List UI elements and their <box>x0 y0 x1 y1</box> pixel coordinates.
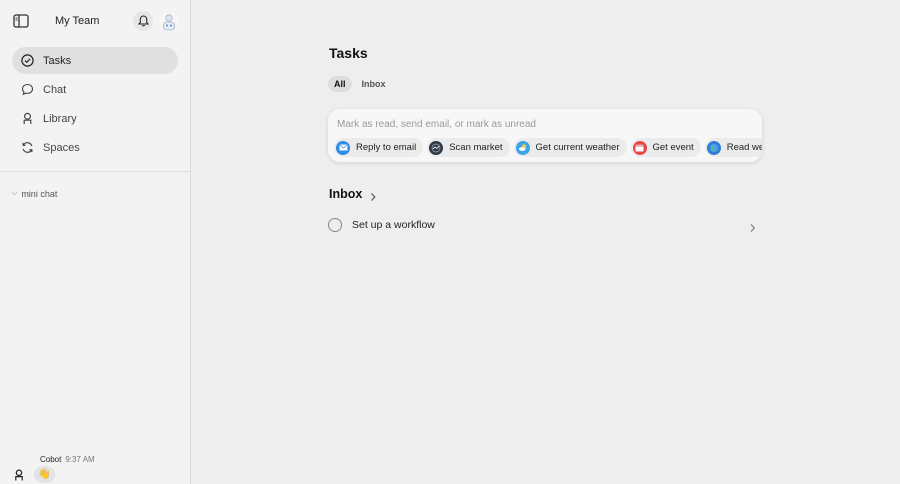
person-icon <box>21 112 34 125</box>
main-panel: Tasks All Inbox Reply to email Scan mark <box>191 0 900 484</box>
avatar[interactable] <box>159 11 179 33</box>
check-circle-icon <box>21 54 34 67</box>
user-icon[interactable] <box>13 468 25 481</box>
chevron-right-icon <box>369 189 377 201</box>
globe-icon <box>706 140 721 155</box>
refresh-icon <box>21 141 34 154</box>
mini-chat-label: mini chat <box>21 189 58 199</box>
composer-input[interactable] <box>337 117 747 132</box>
message-sender: Cobot <box>40 455 62 464</box>
chip-label: Scan market <box>449 142 503 153</box>
inbox-heading: Inbox <box>329 187 363 201</box>
globe-dark-icon <box>429 140 444 155</box>
chip-scan-market[interactable]: Scan market <box>427 138 510 157</box>
message-meta: Cobot 9:37 AM <box>40 455 95 464</box>
task-row[interactable]: Set up a workflow <box>328 215 762 235</box>
mail-icon <box>336 140 350 155</box>
chip-reply-to-email[interactable]: Reply to email <box>334 138 424 157</box>
chip-label: Get event <box>652 142 694 153</box>
sidebar: My Team Tasks Chat Library Spaces ⌵ mini… <box>0 0 191 484</box>
mini-chat-toggle[interactable]: ⌵ mini chat <box>12 189 57 199</box>
team-title: My Team <box>55 15 100 27</box>
calendar-icon <box>632 140 647 155</box>
chip-get-current-weather[interactable]: Get current weather <box>513 138 627 157</box>
chevron-right-icon <box>749 220 756 232</box>
chip-get-event[interactable]: Get event <box>630 138 701 157</box>
sidebar-item-label: Tasks <box>43 54 72 67</box>
sidebar-nav: Tasks Chat Library Spaces <box>12 47 178 163</box>
app-window: My Team Tasks Chat Library Spaces ⌵ mini… <box>0 0 900 484</box>
sidebar-divider <box>0 171 190 172</box>
sidebar-item-label: Spaces <box>43 141 80 154</box>
chat-bubble-icon <box>21 83 34 96</box>
tab-inbox[interactable]: Inbox <box>356 76 392 92</box>
sidebar-footer: Cobot 9:37 AM 👋 <box>0 444 190 484</box>
message-bubble[interactable]: 👋 <box>34 466 55 483</box>
suggestion-chips: Reply to email Scan market Get current w… <box>334 138 762 157</box>
sidebar-item-chat[interactable]: Chat <box>12 76 178 103</box>
sidebar-toggle-icon[interactable] <box>13 14 29 28</box>
chip-read-web-page[interactable]: Read web page <box>704 138 762 157</box>
sidebar-item-tasks[interactable]: Tasks <box>12 47 178 74</box>
message-time: 9:37 AM <box>65 455 95 464</box>
bell-icon[interactable] <box>133 11 153 31</box>
tab-all[interactable]: All <box>328 76 352 92</box>
page-title: Tasks <box>329 45 368 61</box>
chevron-down-icon: ⌵ <box>12 190 18 197</box>
task-checkbox[interactable] <box>328 218 342 232</box>
inbox-section-header[interactable]: Inbox <box>329 187 377 201</box>
task-composer: Reply to email Scan market Get current w… <box>328 109 762 162</box>
weather-icon <box>515 140 530 155</box>
chip-label: Get current weather <box>535 142 620 153</box>
task-label: Set up a workflow <box>352 219 435 231</box>
sidebar-item-spaces[interactable]: Spaces <box>12 134 178 161</box>
sidebar-item-label: Library <box>43 112 77 125</box>
sidebar-header: My Team <box>0 10 190 34</box>
sidebar-item-library[interactable]: Library <box>12 105 178 132</box>
chip-label: Reply to email <box>356 142 417 153</box>
chip-label: Read web page <box>726 142 762 153</box>
sidebar-item-label: Chat <box>43 83 67 96</box>
tab-bar: All Inbox <box>328 76 396 92</box>
